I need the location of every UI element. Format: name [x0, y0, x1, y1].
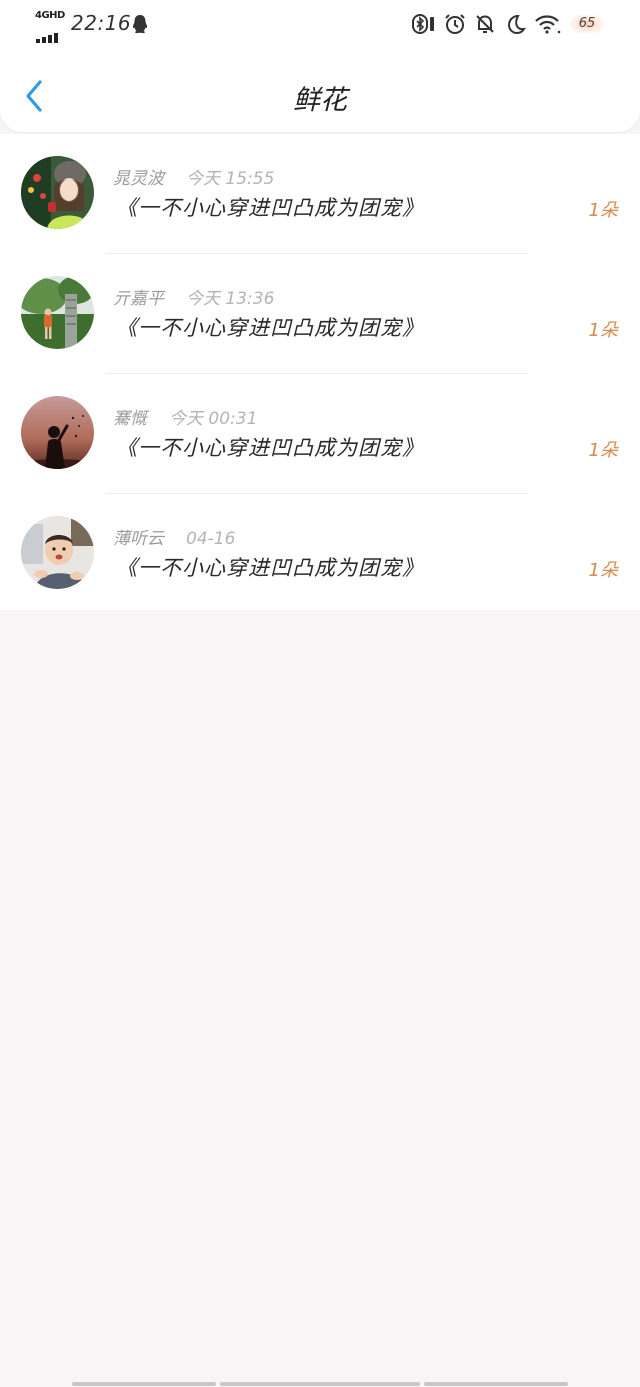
flower-count: 1朵 — [588, 200, 618, 221]
flower-count: 1朵 — [588, 440, 618, 461]
sender-name: 亓嘉平 — [113, 289, 164, 309]
header-card: 4GHD 22:16 65 鲜花 — [0, 0, 640, 132]
signal-icon — [36, 24, 60, 43]
avatar[interactable] — [21, 396, 94, 469]
avatar[interactable] — [21, 276, 94, 349]
network-indicator: 4GHD — [35, 10, 65, 43]
moon-icon — [507, 14, 526, 35]
qq-icon — [132, 15, 148, 34]
gesture-bar — [72, 1382, 568, 1386]
send-time: 04-16 — [186, 529, 236, 549]
book-title: 《一不小心穿进凹凸成为团宠》 — [116, 196, 424, 220]
send-time: 今天 15:55 — [186, 169, 275, 189]
flowers-page: 4GHD 22:16 65 鲜花 晁灵波 今天 15:55 《一不小心穿进凹凸成… — [0, 0, 640, 1387]
item-meta: 騫慨 今天 00:31 — [113, 404, 257, 429]
status-bar: 4GHD 22:16 65 — [0, 0, 640, 48]
mute-bell-icon — [476, 15, 494, 33]
book-title: 《一不小心穿进凹凸成为团宠》 — [116, 316, 424, 340]
item-meta: 亓嘉平 今天 13:36 — [113, 284, 274, 309]
list-item[interactable]: 晁灵波 今天 15:55 《一不小心穿进凹凸成为团宠》 1朵 — [0, 134, 640, 254]
wifi-icon — [535, 15, 561, 34]
list-item[interactable]: 亓嘉平 今天 13:36 《一不小心穿进凹凸成为团宠》 1朵 — [0, 254, 640, 374]
sender-name: 薄听云 — [113, 529, 164, 549]
title-bar: 鲜花 — [0, 60, 640, 132]
send-time: 今天 13:36 — [186, 289, 275, 309]
flower-list: 晁灵波 今天 15:55 《一不小心穿进凹凸成为团宠》 1朵 亓嘉平 今天 13… — [0, 134, 640, 610]
alarm-icon — [445, 14, 465, 34]
item-meta: 晁灵波 今天 15:55 — [113, 164, 274, 189]
network-label: 4GHD — [35, 10, 65, 21]
page-title: 鲜花 — [293, 85, 347, 116]
battery-indicator: 65 — [570, 13, 604, 35]
sender-name: 騫慨 — [113, 409, 147, 429]
flower-count: 1朵 — [588, 560, 618, 581]
status-time: 22:16 — [71, 11, 132, 35]
book-title: 《一不小心穿进凹凸成为团宠》 — [116, 556, 424, 580]
list-item[interactable]: 騫慨 今天 00:31 《一不小心穿进凹凸成为团宠》 1朵 — [0, 374, 640, 494]
avatar[interactable] — [21, 516, 94, 589]
book-title: 《一不小心穿进凹凸成为团宠》 — [116, 436, 424, 460]
avatar[interactable] — [21, 156, 94, 229]
flower-count: 1朵 — [588, 320, 618, 341]
send-time: 今天 00:31 — [169, 409, 258, 429]
status-icons: 65 — [412, 12, 604, 36]
bluetooth-icon — [412, 14, 434, 34]
sender-name: 晁灵波 — [113, 169, 164, 189]
list-item[interactable]: 薄听云 04-16 《一不小心穿进凹凸成为团宠》 1朵 — [0, 494, 640, 614]
battery-level: 65 — [578, 16, 596, 31]
item-meta: 薄听云 04-16 — [113, 524, 235, 549]
